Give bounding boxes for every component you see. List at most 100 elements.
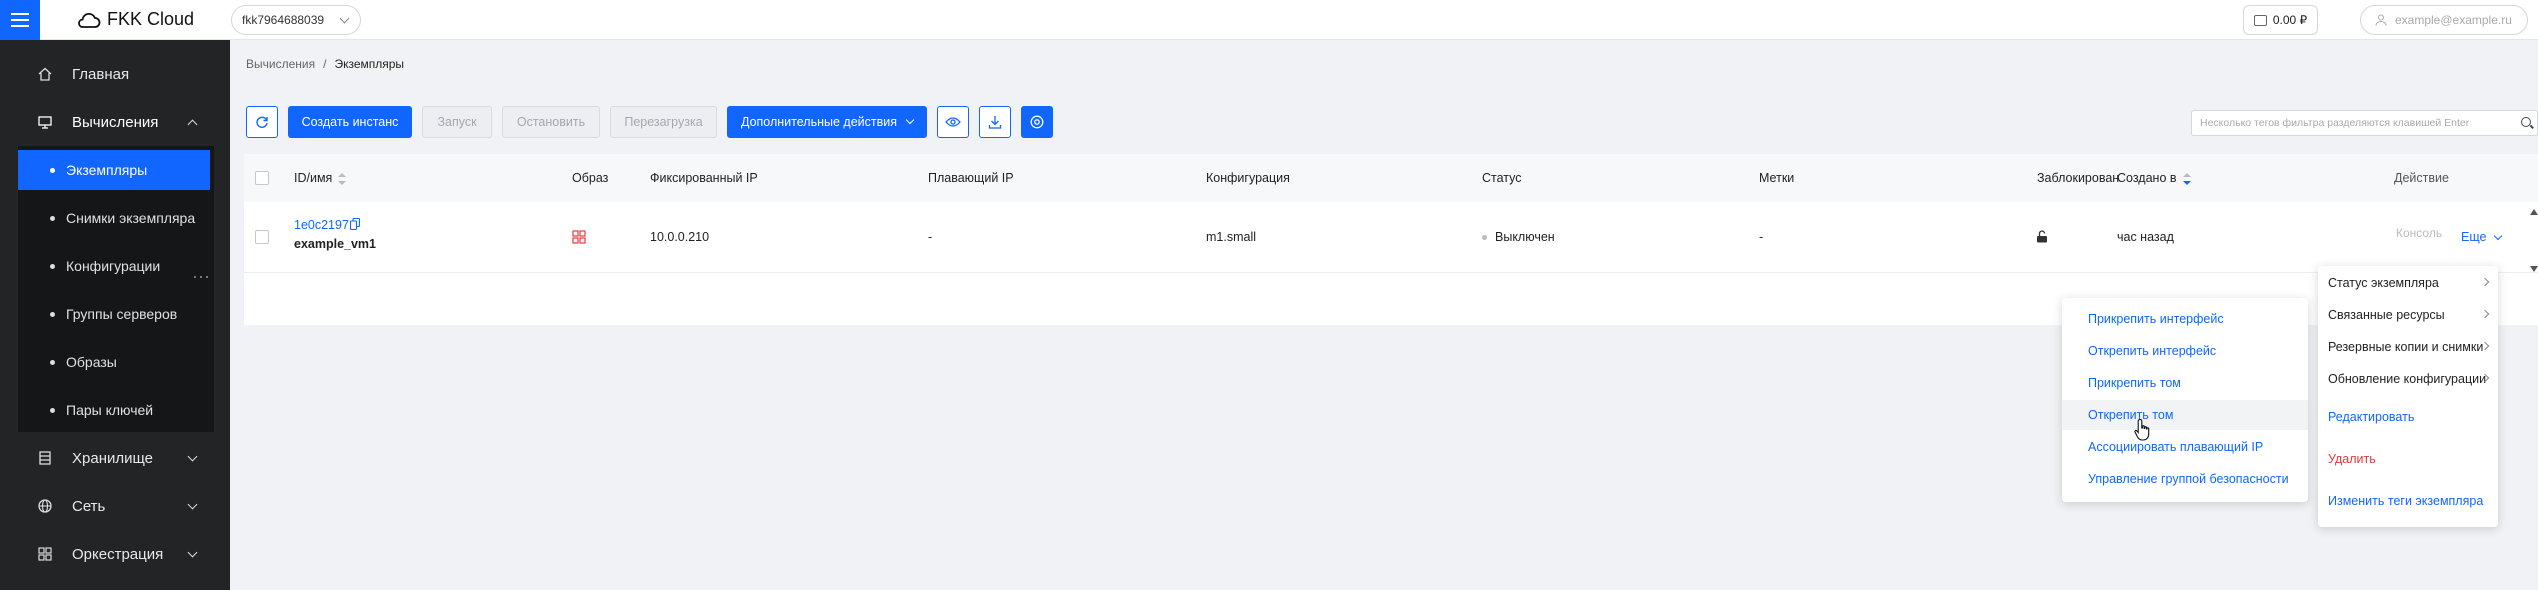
sidebar-subitem-label: Группы серверов <box>66 306 178 322</box>
scroll-up-icon[interactable] <box>2530 208 2538 216</box>
bullet-icon <box>50 359 55 365</box>
sidebar-item-label: Сеть <box>72 497 106 515</box>
chevron-down-icon <box>339 13 350 24</box>
menu-item-config-update[interactable]: Обновление конфигурации <box>2318 364 2498 394</box>
submenu-item-detach-volume[interactable]: Открепить том <box>2062 400 2308 430</box>
table-header: ID/имя Образ Фиксированный IP Плавающий … <box>244 154 2538 202</box>
info-icon <box>1030 115 1044 129</box>
filter-input[interactable]: Несколько тегов фильтра разделяются клав… <box>2191 110 2538 136</box>
sidebar-item-network[interactable]: Сеть <box>0 482 230 530</box>
submenu-item-detach-interface[interactable]: Открепить интерфейс <box>2062 336 2308 366</box>
sidebar-subitem-instance-snapshots[interactable]: Снимки экземпляра <box>18 198 210 238</box>
balance-button[interactable]: 0.00 ₽ <box>2243 5 2318 35</box>
sort-icon[interactable] <box>2182 172 2191 185</box>
chevron-down-icon <box>187 451 198 462</box>
sidebar: Главная Вычисления Экземпляры Снимки экз… <box>0 40 230 590</box>
sidebar-subitem-label: Конфигурации <box>66 258 161 274</box>
copy-icon[interactable] <box>350 218 360 230</box>
ellipsis-icon <box>194 276 208 280</box>
sort-icon[interactable] <box>338 172 347 185</box>
column-header-label: Создано в <box>2117 171 2177 185</box>
more-actions-label: Дополнительные действия <box>740 115 898 129</box>
column-header-floating-ip: Плавающий IP <box>928 171 1014 185</box>
console-button[interactable]: Консоль <box>2396 226 2442 240</box>
hamburger-menu-button[interactable] <box>0 0 40 40</box>
sidebar-item-orchestration[interactable]: Оркестрация <box>0 530 230 578</box>
unlock-icon[interactable] <box>2036 230 2048 243</box>
column-header-id-name[interactable]: ID/имя <box>294 171 347 185</box>
top-bar: FKK Cloud fkk7964688039 0.00 ₽ example@e… <box>0 0 2538 40</box>
sidebar-subitem-server-groups[interactable]: Группы серверов <box>18 294 210 334</box>
row-checkbox[interactable] <box>255 230 269 244</box>
eye-icon <box>945 117 961 127</box>
fixed-ip-value: 10.0.0.210 <box>650 230 710 244</box>
info-button[interactable] <box>1021 106 1053 138</box>
column-header-image: Образ <box>572 171 609 185</box>
sidebar-subitem-label: Образы <box>66 354 117 370</box>
instance-id-link[interactable]: 1e0c2197 <box>294 218 349 232</box>
menu-item-edit[interactable]: Редактировать <box>2318 402 2498 432</box>
chevron-right-icon <box>2480 309 2490 319</box>
stop-button[interactable]: Остановить <box>502 106 600 138</box>
submenu-item-associate-floating-ip[interactable]: Ассоциировать плавающий IP <box>2062 432 2308 462</box>
breadcrumb-separator: / <box>323 57 327 71</box>
filter-placeholder: Несколько тегов фильтра разделяются клав… <box>2200 117 2470 129</box>
sidebar-item-compute[interactable]: Вычисления <box>0 98 230 146</box>
column-header-created[interactable]: Создано в <box>2117 171 2191 185</box>
column-header-tags: Метки <box>1759 171 1795 185</box>
bullet-icon <box>50 215 55 221</box>
reboot-button[interactable]: Перезагрузка <box>610 106 717 138</box>
storage-icon <box>39 451 51 465</box>
sidebar-item-label: Оркестрация <box>72 545 164 563</box>
menu-item-backups-snapshots[interactable]: Резервные копии и снимки <box>2318 332 2498 362</box>
refresh-button[interactable] <box>246 106 278 138</box>
more-dropdown[interactable]: Еще <box>2461 230 2503 244</box>
bullet-icon <box>50 311 55 317</box>
create-instance-button[interactable]: Создать инстанс <box>288 106 412 138</box>
monitor-icon <box>38 116 52 129</box>
logo[interactable]: FKK Cloud <box>75 9 194 30</box>
project-select[interactable]: fkk7964688039 <box>231 5 361 35</box>
sidebar-item-label: Вычисления <box>72 113 159 131</box>
submenu-item-attach-volume[interactable]: Прикрепить том <box>2062 368 2308 398</box>
cloud-logo-icon <box>78 12 101 28</box>
breadcrumb-parent[interactable]: Вычисления <box>246 57 315 71</box>
chevron-up-icon <box>187 119 198 130</box>
download-button[interactable] <box>979 106 1011 138</box>
menu-item-label: Статус экземпляра <box>2328 276 2439 290</box>
status-badge: Выключен <box>1482 230 1555 244</box>
instance-name: example_vm1 <box>294 237 377 251</box>
sidebar-subitem-images[interactable]: Образы <box>18 342 210 382</box>
chevron-down-icon <box>2494 231 2503 241</box>
column-header-action: Действие <box>2394 171 2449 185</box>
related-resources-submenu: Прикрепить интерфейс Открепить интерфейс… <box>2062 298 2308 502</box>
chevron-down-icon <box>187 547 198 558</box>
project-select-value: fkk7964688039 <box>242 13 325 27</box>
sidebar-item-storage[interactable]: Хранилище <box>0 434 230 482</box>
table-row: 1e0c2197 example_vm1 10.0.0.210 - m1.sma… <box>244 202 2538 273</box>
submenu-item-manage-security-group[interactable]: Управление группой безопасности <box>2062 464 2308 494</box>
bullet-icon <box>50 167 55 173</box>
bullet-icon <box>50 407 55 413</box>
search-icon[interactable] <box>2521 117 2531 127</box>
image-os-icon <box>572 230 586 244</box>
select-all-checkbox[interactable] <box>255 171 269 185</box>
toggle-columns-button[interactable] <box>937 106 969 138</box>
sidebar-subitem-key-pairs[interactable]: Пары ключей <box>18 390 210 430</box>
menu-item-instance-status[interactable]: Статус экземпляра <box>2318 268 2498 298</box>
user-menu[interactable]: example@example.ru <box>2360 5 2528 35</box>
status-text: Выключен <box>1495 230 1555 244</box>
submenu-item-attach-interface[interactable]: Прикрепить интерфейс <box>2062 304 2308 334</box>
sidebar-subitem-flavors[interactable]: Конфигурации <box>18 246 210 286</box>
scroll-down-icon[interactable] <box>2530 265 2538 273</box>
more-actions-dropdown[interactable]: Дополнительные действия <box>727 106 927 138</box>
menu-item-label: Резервные копии и снимки <box>2328 340 2484 354</box>
sidebar-item-home[interactable]: Главная <box>0 50 230 98</box>
flavor-value: m1.small <box>1206 230 1257 244</box>
start-button[interactable]: Запуск <box>422 106 492 138</box>
menu-item-related-resources[interactable]: Связанные ресурсы <box>2318 300 2498 330</box>
menu-item-delete[interactable]: Удалить <box>2318 444 2498 474</box>
sidebar-subitem-instances[interactable]: Экземпляры <box>18 150 210 190</box>
column-header-label: ID/имя <box>294 171 333 185</box>
menu-item-edit-tags[interactable]: Изменить теги экземпляра <box>2318 486 2498 516</box>
